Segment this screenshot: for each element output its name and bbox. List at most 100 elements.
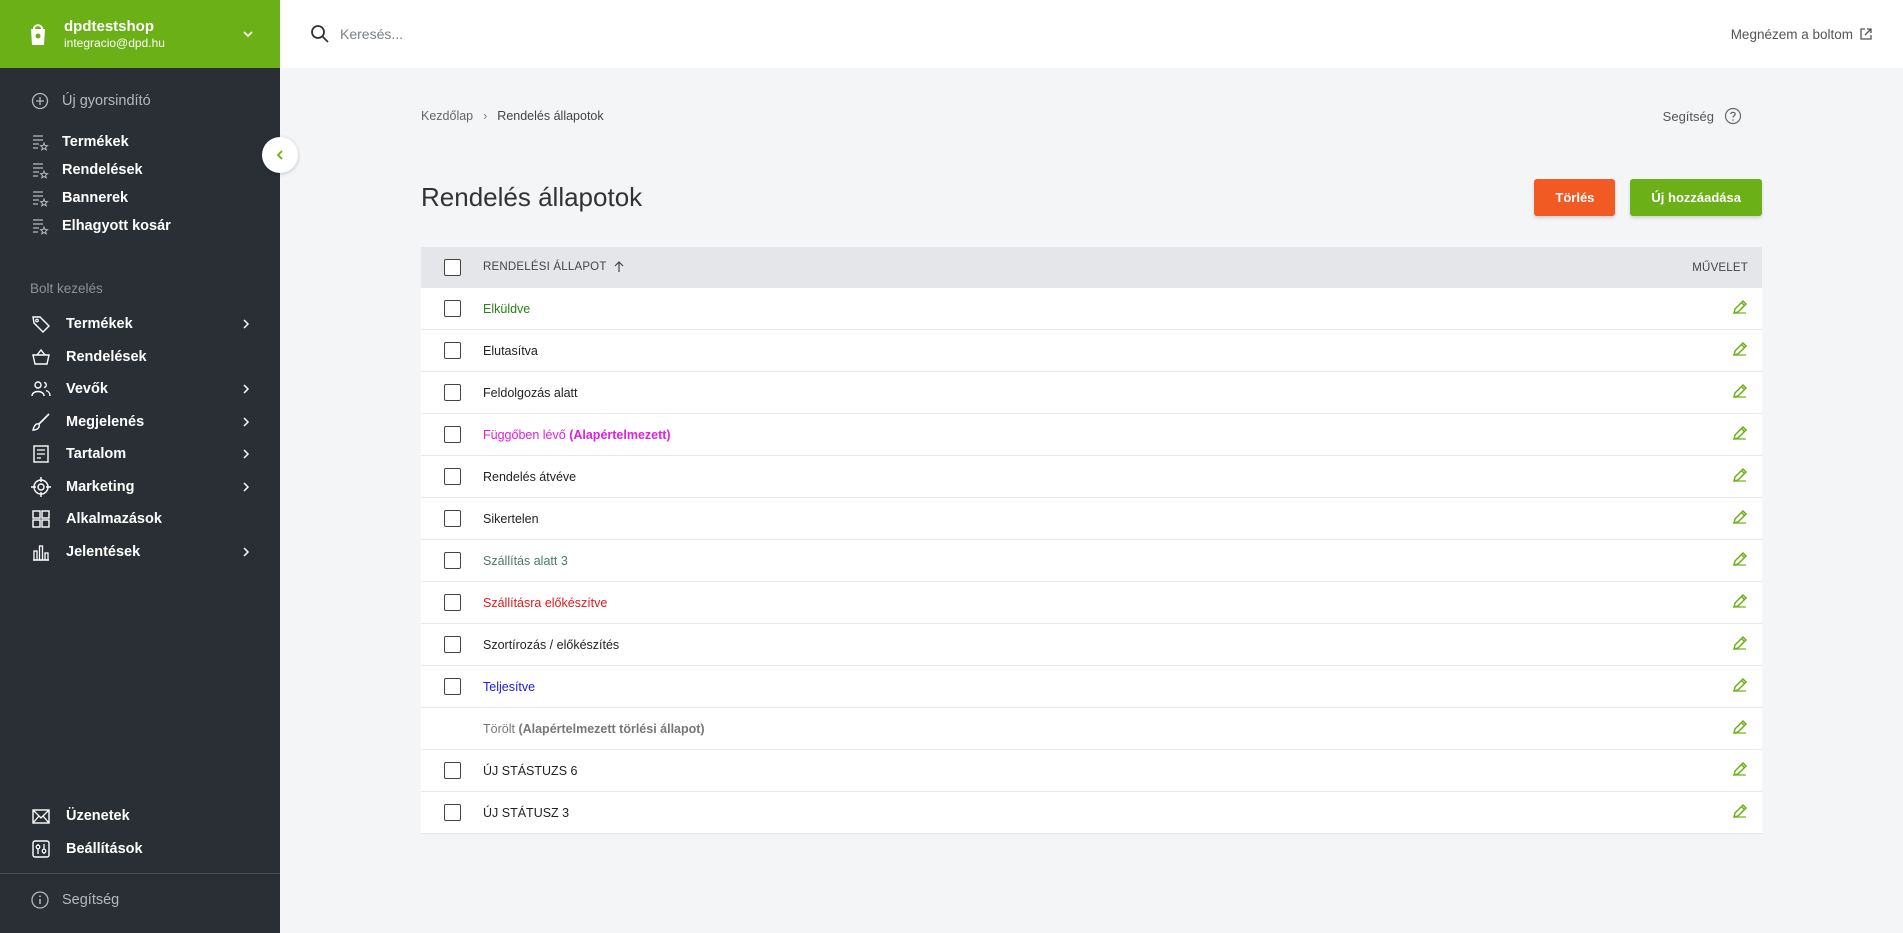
quick-item-label: Bannerek	[62, 190, 129, 206]
table-row: Rendelés átvéve	[421, 456, 1762, 498]
edit-pencil-icon[interactable]	[1732, 719, 1748, 738]
document-icon	[30, 443, 52, 465]
view-shop-link[interactable]: Megnézem a boltom	[1731, 27, 1873, 42]
quick-item-banners[interactable]: Bannerek	[0, 184, 280, 212]
table-row: Elküldve	[421, 288, 1762, 330]
add-new-button[interactable]: Új hozzáadása	[1630, 179, 1762, 216]
status-name-cell: ÚJ STÁTUSZ 3	[483, 806, 1702, 820]
sidebar-item-reports[interactable]: Jelentések	[0, 536, 280, 569]
edit-pencil-icon[interactable]	[1732, 677, 1748, 696]
tag-icon	[30, 313, 52, 335]
table-row: Teljesítve	[421, 666, 1762, 708]
table-row: Szállításra előkészítve	[421, 582, 1762, 624]
row-checkbox[interactable]	[443, 552, 461, 569]
edit-pencil-icon[interactable]	[1732, 299, 1748, 318]
quick-item-abandoned-cart[interactable]: Elhagyott kosár	[0, 212, 280, 240]
status-name-cell: Függőben lévő (Alapértelmezett)	[483, 428, 1702, 442]
status-name[interactable]: Elutasítva	[483, 344, 538, 358]
row-checkbox[interactable]	[443, 468, 461, 485]
status-name[interactable]: Függőben lévő	[483, 428, 566, 442]
chevron-down-icon[interactable]	[240, 26, 256, 42]
status-name-cell: Rendelés átvéve	[483, 470, 1702, 484]
status-table: RENDELÉSI ÁLLAPOT MŰVELET Elküldve Elutas…	[421, 247, 1762, 834]
sidebar-item-customers[interactable]: Vevők	[0, 373, 280, 406]
search-input[interactable]	[340, 26, 1731, 42]
table-row: Sikertelen	[421, 498, 1762, 540]
status-name[interactable]: Feldolgozás alatt	[483, 386, 578, 400]
shop-email: integracio@dpd.hu	[64, 35, 165, 50]
breadcrumb-home[interactable]: Kezdőlap	[421, 109, 473, 123]
row-checkbox[interactable]	[443, 342, 461, 359]
sidebar-item-label: Alkalmazások	[66, 511, 162, 528]
info-icon	[30, 890, 50, 910]
quick-item-products[interactable]: Termékek	[0, 128, 280, 156]
brush-icon	[30, 411, 52, 433]
edit-pencil-icon[interactable]	[1732, 803, 1748, 822]
sort-up-icon	[614, 261, 624, 273]
sidebar-item-apps[interactable]: Alkalmazások	[0, 503, 280, 536]
edit-pencil-icon[interactable]	[1732, 383, 1748, 402]
edit-pencil-icon[interactable]	[1732, 509, 1748, 528]
quick-item-label: Elhagyott kosár	[62, 218, 171, 234]
row-checkbox[interactable]	[443, 594, 461, 611]
row-checkbox[interactable]	[443, 300, 461, 317]
edit-pencil-icon[interactable]	[1732, 761, 1748, 780]
sidebar-item-settings[interactable]: Beállítások	[0, 833, 280, 866]
sidebar-item-marketing[interactable]: Marketing	[0, 471, 280, 504]
status-name[interactable]: Sikertelen	[483, 512, 539, 526]
shop-name: dpdtestshop	[64, 17, 154, 35]
status-name[interactable]: Törölt	[483, 722, 515, 736]
row-checkbox[interactable]	[443, 636, 461, 653]
edit-pencil-icon[interactable]	[1732, 341, 1748, 360]
sidebar-item-orders[interactable]: Rendelések	[0, 341, 280, 374]
new-quick-link[interactable]: Új gyorsindító	[0, 84, 280, 118]
table-row: Elutasítva	[421, 330, 1762, 372]
row-checkbox[interactable]	[443, 762, 461, 779]
status-name[interactable]: Szortírozás / előkészítés	[483, 638, 619, 652]
sidebar-item-messages[interactable]: Üzenetek	[0, 800, 280, 833]
shop-switcher[interactable]: dpdtestshop integracio@dpd.hu	[0, 0, 280, 68]
collapse-sidebar-button[interactable]	[262, 137, 298, 173]
new-quick-label: Új gyorsindító	[62, 93, 151, 109]
status-name[interactable]: Szállítás alatt 3	[483, 554, 568, 568]
help-label: Segítség	[62, 892, 120, 908]
delete-button[interactable]: Törlés	[1534, 179, 1616, 216]
chart-icon	[30, 541, 52, 563]
status-name[interactable]: Teljesítve	[483, 680, 535, 694]
sidebar-item-appearance[interactable]: Megjelenés	[0, 406, 280, 439]
edit-pencil-icon[interactable]	[1732, 467, 1748, 486]
chevron-right-icon	[243, 319, 250, 329]
section-title: Bolt kezelés	[30, 281, 103, 296]
edit-pencil-icon[interactable]	[1732, 425, 1748, 444]
select-all-checkbox[interactable]	[443, 259, 461, 276]
quick-item-orders[interactable]: Rendelések	[0, 156, 280, 184]
quick-item-label: Termékek	[62, 134, 129, 150]
edit-pencil-icon[interactable]	[1732, 551, 1748, 570]
status-name-cell: Szállításra előkészítve	[483, 596, 1702, 610]
chevron-right-icon	[243, 482, 250, 492]
status-name[interactable]: ÚJ STÁTUSZ 3	[483, 806, 569, 820]
sidebar-item-label: Marketing	[66, 478, 135, 495]
help-link[interactable]: Segítség	[1663, 107, 1742, 125]
sidebar-item-content[interactable]: Tartalom	[0, 438, 280, 471]
edit-pencil-icon[interactable]	[1732, 593, 1748, 612]
status-name-cell: ÚJ STÁSTUZS 6	[483, 764, 1702, 778]
column-header-status[interactable]: RENDELÉSI ÁLLAPOT	[483, 261, 1682, 274]
sidebar-item-products[interactable]: Termékek	[0, 308, 280, 341]
help-link-label: Segítség	[1662, 108, 1714, 124]
row-checkbox[interactable]	[443, 804, 461, 821]
sidebar-item-help[interactable]: Segítség	[0, 882, 280, 918]
status-name[interactable]: Szállításra előkészítve	[483, 596, 607, 610]
row-checkbox[interactable]	[443, 384, 461, 401]
edit-pencil-icon[interactable]	[1732, 635, 1748, 654]
row-checkbox[interactable]	[443, 510, 461, 527]
sidebar: dpdtestshop integracio@dpd.hu Új gyorsin…	[0, 0, 280, 933]
status-name[interactable]: Elküldve	[483, 302, 530, 316]
quick-item-label: Rendelések	[62, 162, 143, 178]
list-star-icon	[30, 188, 50, 208]
row-checkbox[interactable]	[443, 678, 461, 695]
status-name[interactable]: Rendelés átvéve	[483, 470, 576, 484]
row-checkbox[interactable]	[443, 426, 461, 443]
status-name[interactable]: ÚJ STÁSTUZS 6	[483, 764, 577, 778]
question-circle-icon	[1724, 107, 1742, 125]
